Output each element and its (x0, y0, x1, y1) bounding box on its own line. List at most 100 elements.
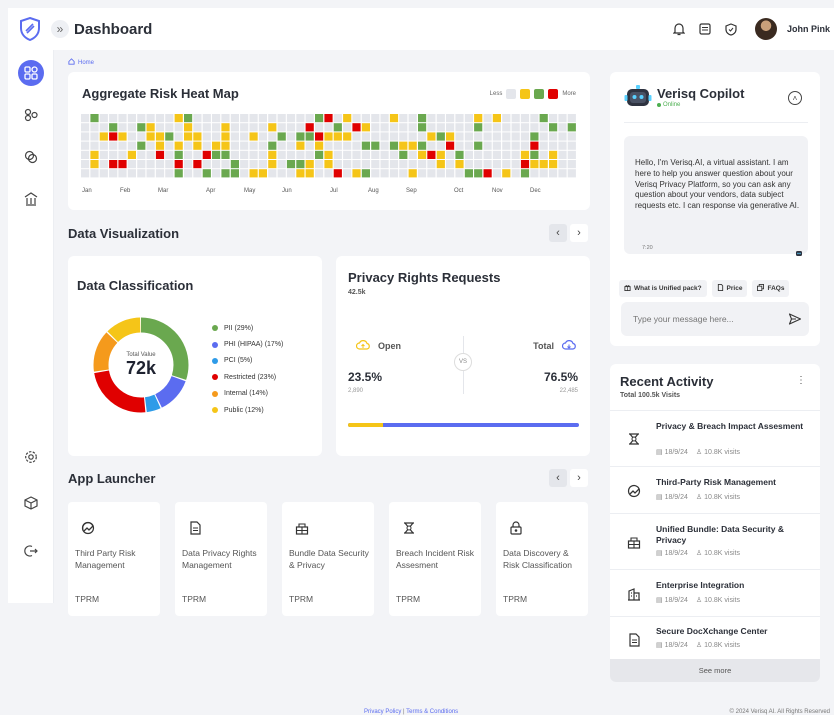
app-card[interactable]: Third Party Risk Management TPRM (68, 502, 160, 616)
heatmap-cell (296, 123, 305, 132)
heatmap-cell (90, 169, 99, 178)
heatmap-cell (221, 169, 230, 178)
calendar-icon: ▤ 18/9/24 (656, 550, 688, 557)
heatmap-cell (315, 141, 324, 150)
institution-icon[interactable] (18, 186, 44, 212)
heatmap-cell (305, 123, 314, 132)
heatmap-cell (464, 132, 473, 141)
activity-meta: ▤ 18/9/24 ♙ 10.8K visits (656, 493, 740, 501)
heatmap-cell (567, 150, 576, 159)
chat-input[interactable] (621, 302, 809, 336)
activity-item[interactable]: Secure DocXchange Center ▤ 18/9/24 ♙ 10.… (610, 616, 820, 659)
heatmap-cell (184, 160, 193, 169)
heatmap-cell (333, 123, 342, 132)
logout-icon[interactable] (18, 538, 44, 564)
heatmap-cell (296, 114, 305, 123)
more-options-icon[interactable]: ⋮ (796, 375, 806, 386)
heatmap-cell (520, 132, 530, 141)
privacy-policy-link[interactable]: Privacy Policy (364, 709, 401, 715)
open-label: Open (378, 341, 402, 351)
heatmap-cell (558, 132, 567, 141)
user-icon: ♙ 10.8K visits (695, 494, 740, 501)
heatmap-cell (90, 150, 99, 159)
heatmap-cell (567, 132, 576, 141)
activity-item[interactable]: Third-Party Risk Management ▤ 18/9/24 ♙ … (610, 466, 820, 513)
heatmap-cell (324, 169, 333, 178)
heatmap-cell (230, 150, 239, 159)
expand-sidebar-icon[interactable]: » (51, 20, 69, 38)
activity-meta: ▤ 18/9/24 ♙ 10.8K visits (656, 448, 740, 456)
recent-activity-panel: Recent Activity Total 100.5k Visits ⋮ Pr… (610, 364, 820, 682)
heatmap-cell (258, 123, 267, 132)
heatmap-cell (492, 141, 501, 150)
apps-icon[interactable] (18, 102, 44, 128)
chevron-left-icon[interactable]: ‹ (549, 224, 567, 242)
sidebar (8, 50, 54, 603)
heatmap-cell (408, 160, 417, 169)
heatmap-cell (371, 123, 380, 132)
chip-unified-pack[interactable]: What is Unified pack? (619, 280, 707, 297)
avatar[interactable] (754, 18, 777, 40)
heatmap-cell (483, 141, 492, 150)
app-card[interactable]: Data Discovery & Risk Classification TPR… (496, 502, 588, 616)
user-name[interactable]: John Pink (787, 24, 830, 34)
chip-faqs[interactable]: FAQs (752, 280, 790, 297)
heatmap-cell (212, 150, 221, 159)
breadcrumb[interactable]: Home (68, 58, 94, 67)
chevron-right-icon[interactable]: › (570, 224, 588, 242)
activity-item[interactable]: Enterprise Integration ▤ 18/9/24 ♙ 10.8K… (610, 569, 820, 616)
chevron-right-icon[interactable]: › (570, 469, 588, 487)
heatmap-cell (137, 132, 146, 141)
breadcrumb-home[interactable]: Home (78, 60, 94, 66)
chip-price[interactable]: Price (711, 280, 748, 297)
heatmap-cell (249, 141, 258, 150)
activity-item[interactable]: Unified Bundle: Data Security & Privacy … (610, 513, 820, 569)
activity-item[interactable]: Privacy & Breach Impact Assesment ▤ 18/9… (610, 410, 820, 466)
app-card[interactable]: Data Privacy Rights Management TPRM (175, 502, 267, 616)
messages-icon[interactable] (697, 21, 713, 37)
chevron-left-icon[interactable]: ‹ (549, 469, 567, 487)
app-card[interactable]: Bundle Data Security & Privacy TPRM (282, 502, 374, 616)
heatmap-cell (221, 141, 230, 150)
heatmap-cell (483, 114, 492, 123)
shield-logo-icon[interactable] (17, 16, 43, 42)
heatmap-cell (418, 141, 427, 150)
heatmap-cell (118, 150, 127, 159)
layers-icon[interactable] (18, 144, 44, 170)
activity-title: Secure DocXchange Center (656, 626, 768, 636)
user-icon: ♙ 10.8K visits (695, 597, 740, 604)
app-card[interactable]: Breach Incident Risk Assesment TPRM (389, 502, 481, 616)
send-icon[interactable] (788, 312, 802, 326)
heatmap-cell (333, 132, 342, 141)
see-more-button[interactable]: See more (610, 659, 820, 682)
heatmap-cell (155, 123, 165, 132)
heatmap-cell (427, 141, 436, 150)
heatmap-cell (315, 150, 324, 159)
copy-icon (757, 284, 765, 293)
dashboard-icon[interactable] (18, 60, 44, 86)
month-label: Oct (454, 188, 464, 194)
heatmap-cell (193, 150, 202, 159)
legend-dot (212, 357, 218, 364)
heatmap-cell (408, 114, 417, 123)
settings-icon[interactable] (18, 444, 44, 470)
calendar-icon: ▤ 18/9/24 (656, 597, 688, 604)
heatmap-cell (90, 160, 99, 169)
chevron-up-icon[interactable]: ˄ (788, 91, 802, 105)
box-icon[interactable] (18, 490, 44, 516)
legend-label: Internal (14%) (224, 390, 268, 398)
heatmap-cell (118, 141, 127, 150)
terms-link[interactable]: Terms & Conditions (406, 709, 458, 715)
data-classification-title: Data Classification (77, 278, 194, 293)
heatmap-cell (361, 114, 370, 123)
heatmap-cell (240, 123, 249, 132)
notification-icon[interactable] (671, 21, 687, 37)
heatmap-cell (549, 132, 558, 141)
heatmap-cell (155, 132, 165, 141)
robot-icon (624, 84, 652, 110)
security-badge-icon[interactable] (723, 21, 739, 37)
heatmap-cell (81, 150, 90, 159)
heatmap-cell (165, 160, 174, 169)
heatmap-cell (277, 132, 286, 141)
app-code: TPRM (503, 594, 528, 604)
